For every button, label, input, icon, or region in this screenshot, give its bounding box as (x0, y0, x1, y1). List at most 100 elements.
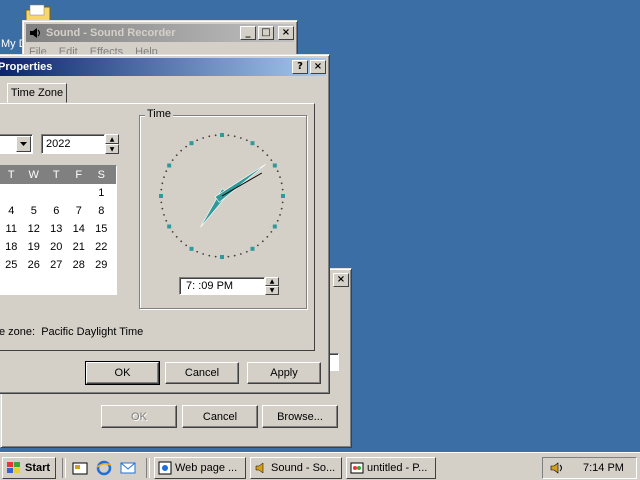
calendar-day[interactable]: 4 (0, 202, 23, 220)
clock-minute-dot (256, 244, 259, 247)
year-field[interactable]: 2022 (41, 134, 105, 154)
start-button[interactable]: Start (2, 457, 56, 479)
sound-recorder-titlebar[interactable]: Sound - Sound Recorder _ □ × (26, 24, 294, 42)
clock-minute-dot (214, 255, 217, 258)
taskbar-separator (146, 458, 150, 478)
time-spinner[interactable]: ▲ ▼ (265, 277, 279, 295)
tray-clock[interactable]: 7:14 PM (583, 462, 624, 474)
clock-minute-dot (280, 207, 283, 210)
calendar-day[interactable] (68, 184, 91, 202)
clock-minute-dot (202, 137, 205, 139)
clock-minute-dot (185, 244, 188, 247)
maximize-button[interactable]: □ (258, 26, 274, 40)
help-button[interactable]: ? (292, 60, 308, 74)
clock-hour-mark (220, 255, 224, 259)
tab-time-zone-label: Time Zone (10, 87, 64, 99)
calendar-day[interactable]: 7 (68, 202, 91, 220)
apply-button[interactable]: Apply (247, 362, 321, 384)
month-select[interactable] (0, 134, 33, 154)
tab-time-zone[interactable]: Time Zone (7, 83, 67, 103)
year-down-button[interactable]: ▼ (105, 144, 119, 154)
clock-minute-dot (280, 182, 283, 185)
time-down-button[interactable]: ▼ (265, 286, 279, 295)
clock-minute-dot (245, 139, 248, 142)
datetime-properties-window[interactable]: Properties ? × Time Zone 2022 ▲ ▼ T W T … (0, 54, 330, 394)
show-desktop-icon[interactable] (72, 460, 88, 476)
clock-minute-dot (261, 149, 264, 152)
clock-hour-mark (250, 141, 255, 146)
calendar-week-row: 11 12 13 14 15 (0, 220, 116, 238)
calendar-day[interactable]: 29 (90, 256, 113, 274)
calendar-day[interactable]: 21 (68, 238, 91, 256)
speaker-icon (30, 28, 40, 38)
calendar-week-row: 1 (0, 184, 116, 202)
calendar-day[interactable]: 13 (45, 220, 68, 238)
calendar-week-row: 18 19 20 21 22 (0, 238, 116, 256)
calendar-day[interactable]: 26 (23, 256, 46, 274)
calendar-day[interactable]: 15 (90, 220, 113, 238)
browse-dialog-close-button[interactable]: × (333, 273, 349, 287)
clock-minute-dot (160, 188, 163, 191)
time-up-button[interactable]: ▲ (265, 277, 279, 286)
task-sound-recorder[interactable]: Sound - So... (250, 457, 342, 479)
calendar-day[interactable]: 14 (68, 220, 91, 238)
browse-button[interactable]: Browse... (262, 405, 338, 428)
clock-minute-dot (180, 240, 183, 243)
clock-minute-dot (175, 154, 178, 157)
clock-minute-dot (185, 145, 188, 148)
calendar-day[interactable]: 6 (45, 202, 68, 220)
calendar-day[interactable]: 11 (0, 220, 23, 238)
clock-minute-dot (196, 250, 199, 253)
minimize-button[interactable]: _ (240, 26, 256, 40)
calendar-day[interactable]: 28 (68, 256, 91, 274)
task-web-page[interactable]: Web page ... (154, 457, 246, 479)
clock-minute-dot (261, 240, 264, 243)
close-button[interactable]: × (310, 60, 326, 74)
ok-button[interactable]: OK (101, 405, 177, 428)
calendar-day[interactable]: 19 (23, 238, 46, 256)
datetime-title: Properties (0, 61, 53, 73)
calendar-day[interactable]: 27 (45, 256, 68, 274)
calendar-day[interactable]: 25 (0, 256, 23, 274)
calendar-day[interactable]: 1 (90, 184, 113, 202)
datetime-titlebar[interactable]: Properties ? × (0, 58, 326, 76)
clock-minute-dot (163, 213, 165, 216)
clock-minute-hand (214, 164, 266, 203)
volume-icon[interactable] (549, 460, 565, 476)
month-select-arrow[interactable] (16, 136, 31, 152)
time-field[interactable]: 7: :09 PM (179, 277, 265, 295)
calendar-day[interactable] (23, 184, 46, 202)
ok-button[interactable]: OK (85, 361, 160, 385)
calendar-day[interactable]: 5 (23, 202, 46, 220)
year-spinner[interactable]: ▲ ▼ (105, 134, 119, 154)
clock-minute-dot (161, 207, 164, 210)
outlook-express-icon[interactable] (120, 460, 136, 476)
calendar-day[interactable]: 20 (45, 238, 68, 256)
calendar-day[interactable]: 8 (90, 202, 113, 220)
calendar-grid[interactable]: T W T F S 1 4 5 6 7 8 11 12 13 14 15 18 19 20 21 22 25 26… (0, 165, 117, 295)
calendar-day[interactable] (0, 184, 23, 202)
calendar-day[interactable]: 22 (90, 238, 113, 256)
calendar-day[interactable] (45, 184, 68, 202)
paint-icon (350, 462, 364, 474)
calendar-body: 1 4 5 6 7 8 11 12 13 14 15 18 19 20 21 22 25 26 27 28 29 (0, 184, 116, 274)
calendar-day[interactable]: 12 (23, 220, 46, 238)
taskbar: Start Web page ... Sound - So... untitle… (0, 452, 640, 480)
cancel-button[interactable]: Cancel (165, 362, 239, 384)
clock-minute-dot (245, 250, 248, 253)
close-button[interactable]: × (278, 26, 294, 40)
chevron-down-icon (20, 142, 27, 146)
clock-minute-dot (233, 135, 236, 138)
task-paint[interactable]: untitled - P... (346, 457, 436, 479)
clock-hour-mark (272, 224, 277, 229)
clock-minute-dot (160, 201, 163, 204)
time-value[interactable]: 7: :09 PM (186, 280, 233, 292)
clock-minute-dot (180, 149, 183, 152)
cancel-button[interactable]: Cancel (182, 405, 258, 428)
weekday-label: W (28, 169, 39, 181)
taskbar-separator (62, 458, 66, 478)
clock-minute-dot (214, 134, 217, 137)
calendar-day[interactable]: 18 (0, 238, 23, 256)
year-up-button[interactable]: ▲ (105, 134, 119, 144)
internet-explorer-icon[interactable] (96, 460, 112, 476)
